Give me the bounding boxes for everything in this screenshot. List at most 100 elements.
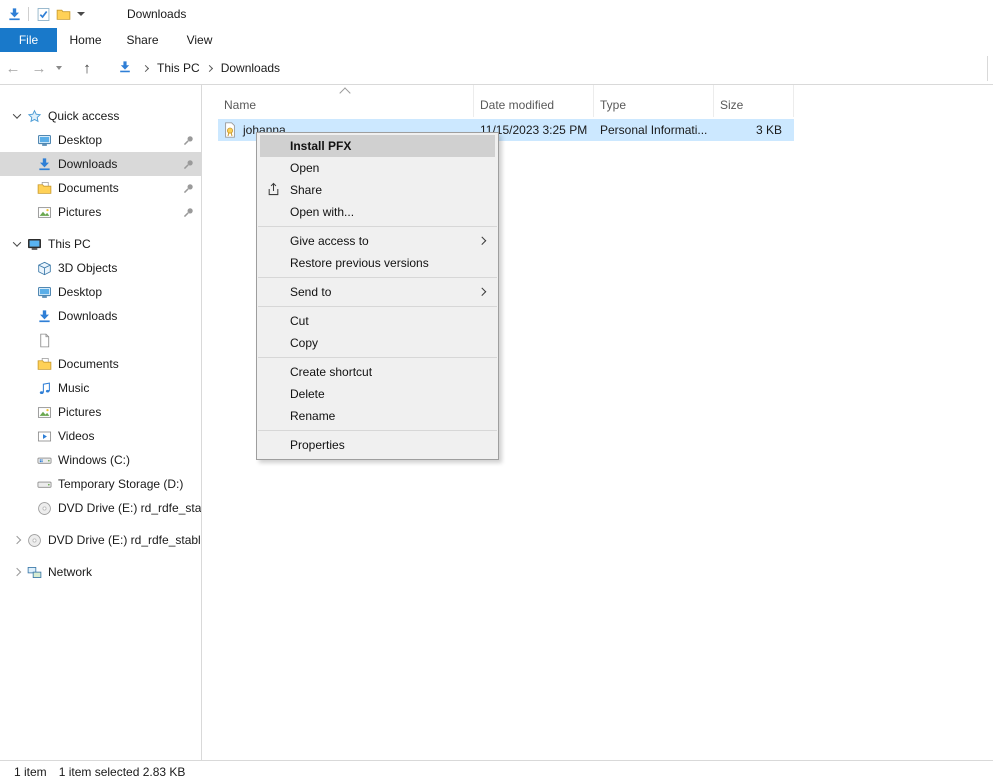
document-icon bbox=[36, 332, 52, 348]
sidebar-item-windows-c[interactable]: Windows (C:) bbox=[0, 448, 201, 472]
windows-drive-icon bbox=[36, 452, 52, 468]
search-box-divider bbox=[987, 56, 988, 81]
sidebar-item-label: Videos bbox=[58, 429, 94, 443]
menu-item-share[interactable]: Share bbox=[257, 179, 498, 201]
column-header-name[interactable]: Name bbox=[218, 85, 474, 117]
sidebar-item-videos[interactable]: Videos bbox=[0, 424, 201, 448]
sidebar-item-label: DVD Drive (E:) rd_rdfe_stable. bbox=[48, 533, 201, 547]
up-arrow-icon: ↑ bbox=[83, 60, 91, 77]
qat-new-folder-button[interactable] bbox=[54, 5, 72, 23]
sidebar-item-label: Windows (C:) bbox=[58, 453, 130, 467]
sidebar-item-pictures[interactable]: Pictures bbox=[0, 200, 201, 224]
status-selection-info: 1 item selected 2.83 KB bbox=[59, 765, 186, 779]
drive-icon bbox=[36, 476, 52, 492]
dvd-root-section: DVD Drive (E:) rd_rdfe_stable. bbox=[0, 528, 201, 552]
chevron-down-icon[interactable] bbox=[8, 113, 26, 119]
chevron-right-icon[interactable] bbox=[8, 537, 26, 543]
sidebar-item-downloads[interactable]: Downloads bbox=[0, 152, 201, 176]
window-title: Downloads bbox=[127, 7, 186, 21]
forward-button[interactable]: → bbox=[26, 55, 52, 81]
dvd-drive-icon bbox=[26, 532, 42, 548]
sidebar-item-desktop[interactable]: Desktop bbox=[0, 128, 201, 152]
documents-icon bbox=[36, 356, 52, 372]
address-bar[interactable]: This PC Downloads bbox=[118, 56, 993, 80]
menu-separator bbox=[258, 430, 497, 431]
share-icon bbox=[266, 182, 282, 198]
recent-locations-button[interactable] bbox=[52, 55, 66, 81]
submenu-chevron-right-icon bbox=[477, 237, 485, 245]
sidebar-item-3d-objects[interactable]: 3D Objects bbox=[0, 256, 201, 280]
navigation-bar: ← → ↑ This PC Downloads bbox=[0, 52, 993, 85]
tab-home[interactable]: Home bbox=[57, 28, 114, 52]
tab-share[interactable]: Share bbox=[114, 28, 171, 52]
window-icon[interactable] bbox=[5, 5, 23, 23]
sidebar-item-documents[interactable]: Documents bbox=[0, 176, 201, 200]
qat-properties-button[interactable] bbox=[34, 5, 52, 23]
folder-icon bbox=[56, 7, 71, 22]
menu-item-cut[interactable]: Cut bbox=[257, 310, 498, 332]
menu-separator bbox=[258, 226, 497, 227]
menu-item-label: Give access to bbox=[290, 234, 369, 248]
sidebar-item-network[interactable]: Network bbox=[0, 560, 201, 584]
menu-item-rename[interactable]: Rename bbox=[257, 405, 498, 427]
qat-divider bbox=[28, 7, 29, 21]
breadcrumb-item-downloads[interactable]: Downloads bbox=[219, 56, 282, 80]
menu-item-create-shortcut[interactable]: Create shortcut bbox=[257, 361, 498, 383]
sidebar-item-this-pc[interactable]: This PC bbox=[0, 232, 201, 256]
menu-item-install-pfx[interactable]: Install PFX bbox=[260, 135, 495, 157]
sidebar-item-label: This PC bbox=[48, 237, 91, 251]
menu-item-restore-previous-versions[interactable]: Restore previous versions bbox=[257, 252, 498, 274]
pin-icon bbox=[182, 134, 195, 147]
file-explorer-window: Downloads File Home Share View ← → ↑ Thi… bbox=[0, 0, 993, 760]
chevron-right-icon bbox=[206, 64, 213, 71]
sidebar-item-label: Quick access bbox=[48, 109, 119, 123]
breadcrumb-item-this-pc[interactable]: This PC bbox=[155, 56, 202, 80]
sidebar-item-label: Downloads bbox=[58, 157, 117, 171]
pin-icon bbox=[182, 182, 195, 195]
menu-item-open[interactable]: Open bbox=[257, 157, 498, 179]
documents-icon bbox=[36, 180, 52, 196]
up-button[interactable]: ↑ bbox=[74, 55, 100, 81]
sidebar-item-documents-pc[interactable]: Documents bbox=[0, 352, 201, 376]
pin-icon bbox=[182, 206, 195, 219]
sidebar-item-dvd-drive-e[interactable]: DVD Drive (E:) rd_rdfe_stable bbox=[0, 496, 201, 520]
sidebar-item-label: DVD Drive (E:) rd_rdfe_stable bbox=[58, 501, 201, 515]
dvd-drive-icon bbox=[36, 500, 52, 516]
sidebar-item-label: Network bbox=[48, 565, 92, 579]
this-pc-section: This PC 3D Objects Desktop Downloads bbox=[0, 232, 201, 520]
sidebar-item-temporary-storage-d[interactable]: Temporary Storage (D:) bbox=[0, 472, 201, 496]
status-bar: 1 item 1 item selected 2.83 KB bbox=[0, 760, 993, 783]
menu-item-give-access-to[interactable]: Give access to bbox=[257, 230, 498, 252]
chevron-right-icon[interactable] bbox=[8, 569, 26, 575]
sidebar-item-desktop-pc[interactable]: Desktop bbox=[0, 280, 201, 304]
menu-separator bbox=[258, 306, 497, 307]
sort-ascending-icon bbox=[339, 87, 350, 98]
qat-customize-chevron-down-icon[interactable] bbox=[77, 12, 85, 16]
chevron-down-icon[interactable] bbox=[8, 241, 26, 247]
column-header-type[interactable]: Type bbox=[594, 85, 714, 117]
sidebar-item-dvd-drive-root[interactable]: DVD Drive (E:) rd_rdfe_stable. bbox=[0, 528, 201, 552]
sidebar-item-pictures-pc[interactable]: Pictures bbox=[0, 400, 201, 424]
column-header-size[interactable]: Size bbox=[714, 85, 794, 117]
file-size: 3 KB bbox=[714, 123, 794, 137]
sidebar-item-quick-access[interactable]: Quick access bbox=[0, 104, 201, 128]
sidebar-item-unnamed[interactable] bbox=[0, 328, 201, 352]
sidebar-item-label: Desktop bbox=[58, 285, 102, 299]
menu-item-send-to[interactable]: Send to bbox=[257, 281, 498, 303]
sidebar-item-music[interactable]: Music bbox=[0, 376, 201, 400]
menu-item-copy[interactable]: Copy bbox=[257, 332, 498, 354]
tab-view[interactable]: View bbox=[171, 28, 228, 52]
forward-arrow-icon: → bbox=[32, 60, 47, 77]
column-headers: Name Date modified Type Size bbox=[218, 85, 794, 117]
menu-item-open-with[interactable]: Open with... bbox=[257, 201, 498, 223]
sidebar-item-downloads-pc[interactable]: Downloads bbox=[0, 304, 201, 328]
navigation-pane: Quick access Desktop Downloads Documents bbox=[0, 85, 202, 760]
back-button[interactable]: ← bbox=[0, 55, 26, 81]
menu-item-delete[interactable]: Delete bbox=[257, 383, 498, 405]
column-header-date-modified[interactable]: Date modified bbox=[474, 85, 594, 117]
network-section: Network bbox=[0, 560, 201, 584]
column-header-label: Name bbox=[224, 98, 256, 112]
menu-item-properties[interactable]: Properties bbox=[257, 434, 498, 456]
tab-file[interactable]: File bbox=[0, 28, 57, 52]
videos-icon bbox=[36, 428, 52, 444]
